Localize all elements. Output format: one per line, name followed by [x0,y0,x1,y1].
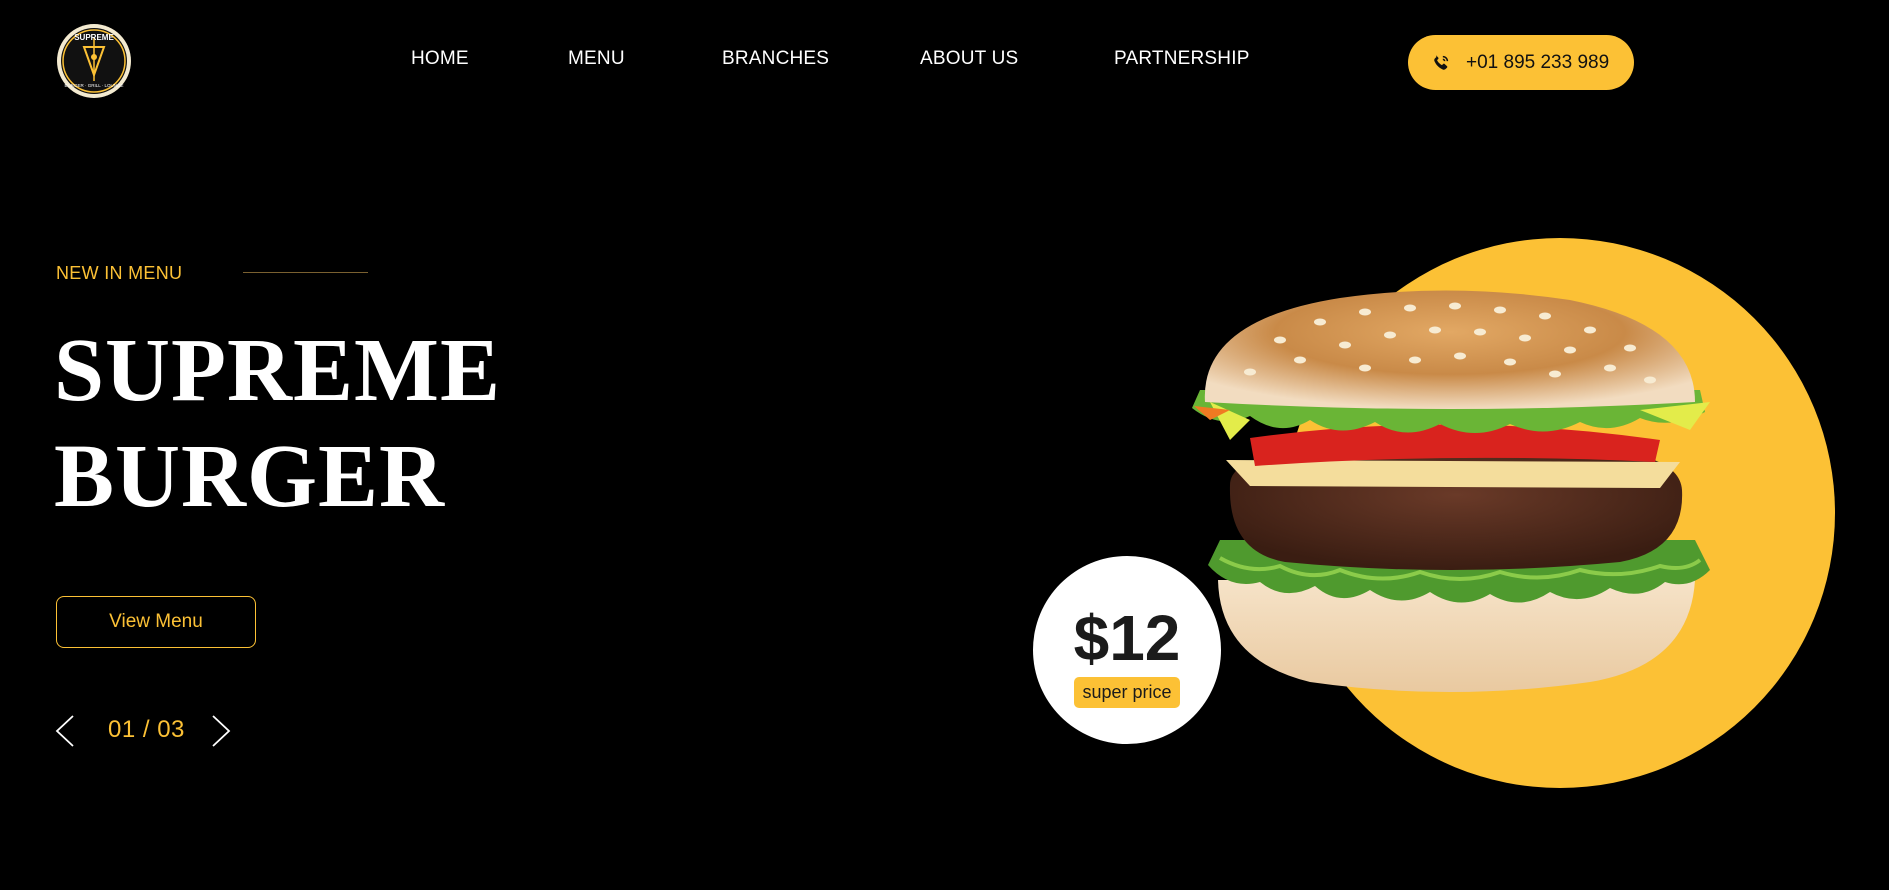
chevron-left-icon[interactable] [54,714,76,748]
nav-home[interactable]: HOME [411,48,469,70]
logo-text-bottom: BURGER · GRILL · LOUNGE [64,83,123,88]
eyebrow-divider [243,272,368,273]
hero-title-line1: SUPREME [54,321,502,420]
eyebrow-label: NEW IN MENU [56,263,183,283]
nav-branches[interactable]: BRANCHES [722,48,829,70]
burger-image [1192,290,1710,692]
price-value: $12 [1073,601,1181,674]
view-menu-button[interactable]: View Menu [56,596,256,648]
price-tag: super price [1074,676,1180,708]
phone-number: +01 895 233 989 [1466,51,1610,73]
nav-menu[interactable]: MENU [568,48,625,70]
slide-counter: 01 / 03 [108,716,185,743]
logo-text-top: SUPREME [74,33,114,42]
phone-button[interactable]: +01 895 233 989 [1408,35,1634,90]
price-badge: $12 super price [1033,556,1221,744]
hero-title-line2: BURGER [54,427,446,526]
phone-icon [1434,54,1449,70]
hero-title: SUPREME BURGER [54,318,501,530]
chevron-right-icon[interactable] [210,714,232,748]
nav-about-us[interactable]: ABOUT US [920,48,1018,70]
nav-partnership[interactable]: PARTNERSHIP [1114,48,1250,70]
